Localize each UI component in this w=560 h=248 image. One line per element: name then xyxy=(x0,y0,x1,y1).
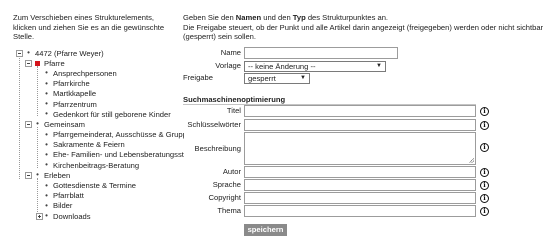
info-icon[interactable]: i xyxy=(480,143,489,152)
tree-node-child[interactable]: • Sakramente & Feiern xyxy=(16,140,184,150)
tree-node-label: 4472 (Pfarre Weyer) xyxy=(35,48,104,58)
freigabe-selected-value: gesperrt xyxy=(248,74,276,83)
tree-node-child[interactable]: • Pfarrkirche xyxy=(16,79,184,89)
tree-node-gemeinsam[interactable]: • Gemeinsam xyxy=(16,119,184,129)
tree-node-child[interactable]: • Pfarrgemeinderat, Ausschüsse & Gruppen xyxy=(16,130,184,140)
intro-text: und den xyxy=(261,13,293,22)
name-input[interactable] xyxy=(244,47,398,59)
tree-node-downloads[interactable]: • Downloads xyxy=(16,211,184,221)
structure-tree: • 4472 (Pfarre Weyer) Pfarre • Ansprechp… xyxy=(16,48,184,221)
tree-node-label: Sakramente & Feiern xyxy=(53,140,125,150)
intro-text: des Strukturpunktes an. xyxy=(305,13,389,22)
info-icon[interactable]: i xyxy=(480,207,489,216)
autor-input[interactable] xyxy=(244,166,476,178)
freigabe-select[interactable]: gesperrt ▼ xyxy=(244,73,310,84)
sprache-input[interactable] xyxy=(244,179,476,191)
tree-node-label: Pfarrkirche xyxy=(53,79,90,89)
tree-node-icon: • xyxy=(27,48,30,58)
titel-input[interactable] xyxy=(244,105,476,117)
tree-node-icon: • xyxy=(45,211,48,221)
tree-node-child[interactable]: • Pfarrzentrum xyxy=(16,99,184,109)
tree-node-label: Pfarrgemeinderat, Ausschüsse & Gruppen xyxy=(53,130,184,140)
tree-node-child[interactable]: • Ansprechpersonen xyxy=(16,68,184,78)
tree-node-child[interactable]: • Gedenkort für still geborene Kinder xyxy=(16,109,184,119)
expand-toggle-icon[interactable] xyxy=(36,212,43,220)
sprache-label: Sprache xyxy=(212,180,241,189)
tree-node-label: Gemeinsam xyxy=(44,119,85,129)
info-icon[interactable]: i xyxy=(480,181,489,190)
beschreibung-label: Beschreibung xyxy=(194,144,241,153)
tree-node-icon: • xyxy=(45,160,48,170)
autor-label: Autor xyxy=(222,167,241,176)
collapse-toggle-icon[interactable] xyxy=(16,49,23,57)
tree-node-label: Pfarre xyxy=(44,58,65,68)
tree-node-icon: • xyxy=(45,139,48,149)
tree-node-icon: • xyxy=(45,78,48,88)
tree-node-erleben[interactable]: • Erleben xyxy=(16,170,184,180)
copyright-input[interactable] xyxy=(244,192,476,204)
tree-node-icon: • xyxy=(45,88,48,98)
tree-node-child[interactable]: • Martkkapelle xyxy=(16,89,184,99)
intro-text: Geben Sie den xyxy=(183,13,236,22)
tree-node-icon: • xyxy=(45,190,48,200)
tree-node-pfarre[interactable]: Pfarre xyxy=(16,58,184,68)
thema-label: Thema xyxy=(217,206,241,215)
intro-emphasis-name: Namen xyxy=(235,13,262,22)
info-icon[interactable]: i xyxy=(480,121,489,130)
info-icon[interactable]: i xyxy=(480,107,489,116)
info-icon[interactable]: i xyxy=(480,194,489,203)
tree-node-label: Kirchenbeitrags-Beratung xyxy=(53,160,140,170)
tree-node-label: Pfarrblatt xyxy=(53,191,84,201)
tree-node-child[interactable]: • Gottesdienste & Termine xyxy=(16,180,184,190)
tree-node-child[interactable]: • Kirchenbeitrags-Beratung xyxy=(16,160,184,170)
save-button[interactable]: speichern xyxy=(244,224,287,236)
tree-node-label: Bilder xyxy=(53,201,73,211)
tree-node-label: Erleben xyxy=(44,170,71,180)
tree-node-icon: • xyxy=(45,99,48,109)
schluesselwoerter-input[interactable] xyxy=(244,119,476,131)
tree-node-icon: • xyxy=(45,180,48,190)
tree-node-label: Ehe- Familien- und Lebensberatungsstelle… xyxy=(53,150,184,160)
beschreibung-textarea[interactable] xyxy=(244,132,476,165)
tree-node-icon: • xyxy=(45,149,48,159)
tree-node-child[interactable]: • Ehe- Familien- und Lebensberatungsstel… xyxy=(16,150,184,160)
tree-node-icon: • xyxy=(45,68,48,78)
tree-node-child[interactable]: • Bilder xyxy=(16,201,184,211)
tree-node-icon: • xyxy=(45,109,48,119)
tree-node-label: Pfarrzentrum xyxy=(53,99,97,109)
collapse-toggle-icon[interactable] xyxy=(25,59,32,67)
info-icon[interactable]: i xyxy=(480,168,489,177)
tree-node-icon: • xyxy=(36,170,39,180)
dropdown-arrow-icon: ▼ xyxy=(376,63,382,69)
tree-instructions: Zum Verschieben eines Strukturelements, … xyxy=(13,13,165,41)
tree-node-root[interactable]: • 4472 (Pfarre Weyer) xyxy=(16,48,184,58)
collapse-toggle-icon[interactable] xyxy=(25,171,32,179)
tree-node-label: Ansprechpersonen xyxy=(53,68,117,78)
tree-node-label: Gedenkort für still geborene Kinder xyxy=(53,109,171,119)
freigabe-label: Freigabe xyxy=(183,73,213,82)
tree-node-icon: • xyxy=(36,119,39,129)
titel-label: Titel xyxy=(226,106,241,115)
tree-node-child[interactable]: • Pfarrblatt xyxy=(16,191,184,201)
tree-node-icon: • xyxy=(45,200,48,210)
vorlage-label: Vorlage xyxy=(215,61,241,70)
dropdown-arrow-icon: ▼ xyxy=(300,75,306,81)
vorlage-select[interactable]: -- keine Änderung -- ▼ xyxy=(244,61,386,72)
tree-node-label: Martkkapelle xyxy=(53,89,97,99)
tree-node-icon: • xyxy=(45,129,48,139)
intro-text: Die Freigabe steuert, ob der Punkt und a… xyxy=(183,22,544,42)
name-label: Name xyxy=(220,48,241,57)
intro-emphasis-typ: Typ xyxy=(292,13,306,22)
thema-input[interactable] xyxy=(244,205,476,217)
tree-node-label: Gottesdienste & Termine xyxy=(53,181,137,191)
selected-node-icon xyxy=(35,60,40,66)
form-instructions: Geben Sie den Namen und den Typ des Stru… xyxy=(183,13,553,42)
copyright-label: Copyright xyxy=(208,193,242,202)
collapse-toggle-icon[interactable] xyxy=(25,120,32,128)
tree-node-label: Downloads xyxy=(53,211,91,221)
seo-section-title: Suchmaschinenoptimierung xyxy=(183,95,286,104)
vorlage-selected-value: -- keine Änderung -- xyxy=(248,62,316,71)
schluesselwoerter-label: Schlüsselwörter xyxy=(187,120,241,129)
